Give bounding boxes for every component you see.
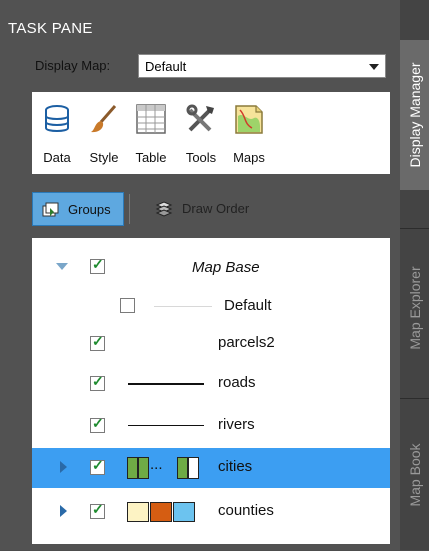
counties-swatch-3 — [173, 502, 195, 522]
layer-checkbox[interactable]: ✓ — [90, 373, 105, 391]
layer-row-rivers[interactable]: ✓ rivers — [32, 406, 390, 446]
table-label: Table — [135, 150, 167, 165]
layer-row-map-base[interactable]: ✓ Map Base — [32, 248, 390, 288]
layer-row-default[interactable]: Default — [32, 286, 390, 326]
cities-symbol-2 — [138, 457, 149, 479]
tab-separator — [129, 194, 130, 224]
style-label: Style — [89, 150, 119, 165]
display-map-label: Display Map: — [35, 58, 111, 73]
layer-row-parcels2[interactable]: ✓ parcels2 — [32, 324, 390, 364]
layer-checkbox[interactable] — [120, 298, 135, 313]
style-button[interactable]: Style — [82, 92, 126, 174]
layer-row-cities[interactable]: ✓ ... cities — [32, 448, 390, 488]
layer-name: parcels2 — [218, 334, 275, 351]
cities-symbol-1 — [127, 457, 138, 479]
cities-ellipsis: ... — [150, 456, 163, 473]
groups-icon — [42, 202, 59, 217]
table-icon — [136, 104, 166, 134]
roads-line-symbol — [128, 383, 204, 385]
layer-row-counties[interactable]: ✓ counties — [32, 492, 390, 532]
tab-draw-order-label: Draw Order — [182, 201, 250, 216]
side-tab-map-book[interactable]: Map Book — [400, 398, 429, 551]
layer-checkbox[interactable]: ✓ — [90, 333, 105, 351]
layer-name: rivers — [218, 416, 255, 433]
database-icon — [45, 105, 69, 132]
cities-symbol-3 — [177, 457, 188, 479]
tab-groups[interactable]: Groups — [32, 192, 124, 226]
layer-view-tabs: Groups Draw Order — [32, 192, 392, 228]
expand-closed-icon[interactable] — [60, 461, 67, 473]
task-pane-title: TASK PANE — [8, 20, 93, 37]
task-pane: TASK PANE Display Map: Default Data Styl… — [0, 0, 400, 550]
draw-order-icon — [155, 201, 173, 217]
side-tab-display-manager-label: Display Manager — [406, 62, 423, 168]
layer-checkbox[interactable]: ✓ — [90, 501, 105, 519]
side-tab-map-explorer-label: Map Explorer — [406, 266, 423, 350]
layer-row-roads[interactable]: ✓ roads — [32, 364, 390, 404]
side-tab-display-manager[interactable]: Display Manager — [400, 40, 429, 190]
tools-icon — [186, 104, 214, 132]
side-tab-strip: Display Manager Map Explorer Map Book — [400, 0, 429, 550]
maps-label: Maps — [233, 150, 265, 165]
brush-icon — [91, 105, 117, 133]
tools-button[interactable]: Tools — [178, 92, 224, 174]
toolbar: Data Style Table Tools Maps — [32, 92, 390, 174]
tab-groups-label: Groups — [68, 202, 111, 217]
side-tab-map-book-label: Map Book — [406, 443, 423, 507]
display-map-value: Default — [145, 59, 187, 74]
expand-closed-icon[interactable] — [60, 505, 67, 517]
tools-label: Tools — [185, 150, 217, 165]
layer-checkbox[interactable]: ✓ — [90, 415, 105, 433]
tab-draw-order[interactable]: Draw Order — [136, 192, 286, 226]
layer-name: counties — [218, 502, 274, 519]
display-map-select[interactable]: Default — [138, 54, 386, 78]
counties-swatch-1 — [127, 502, 149, 522]
layer-list: ✓ Map Base Default ✓ parcels2 ✓ roads ✓ … — [32, 238, 390, 544]
counties-swatch-2 — [150, 502, 172, 522]
layer-checkbox[interactable]: ✓ — [90, 256, 105, 274]
rivers-line-symbol — [128, 425, 204, 426]
layer-name: Default — [224, 297, 272, 314]
table-button[interactable]: Table — [128, 92, 174, 174]
chevron-down-icon — [369, 64, 379, 70]
side-tab-map-explorer[interactable]: Map Explorer — [400, 228, 429, 387]
default-symbol — [154, 306, 212, 307]
layer-name: cities — [218, 458, 253, 475]
maps-button[interactable]: Maps — [226, 92, 272, 174]
expand-open-icon[interactable] — [56, 263, 68, 270]
cities-symbol-4 — [188, 457, 199, 479]
data-button[interactable]: Data — [36, 92, 78, 174]
layer-checkbox[interactable]: ✓ — [90, 457, 105, 475]
map-icon — [235, 105, 263, 134]
layer-name: Map Base — [192, 259, 260, 276]
data-label: Data — [43, 150, 71, 165]
layer-name: roads — [218, 374, 256, 391]
